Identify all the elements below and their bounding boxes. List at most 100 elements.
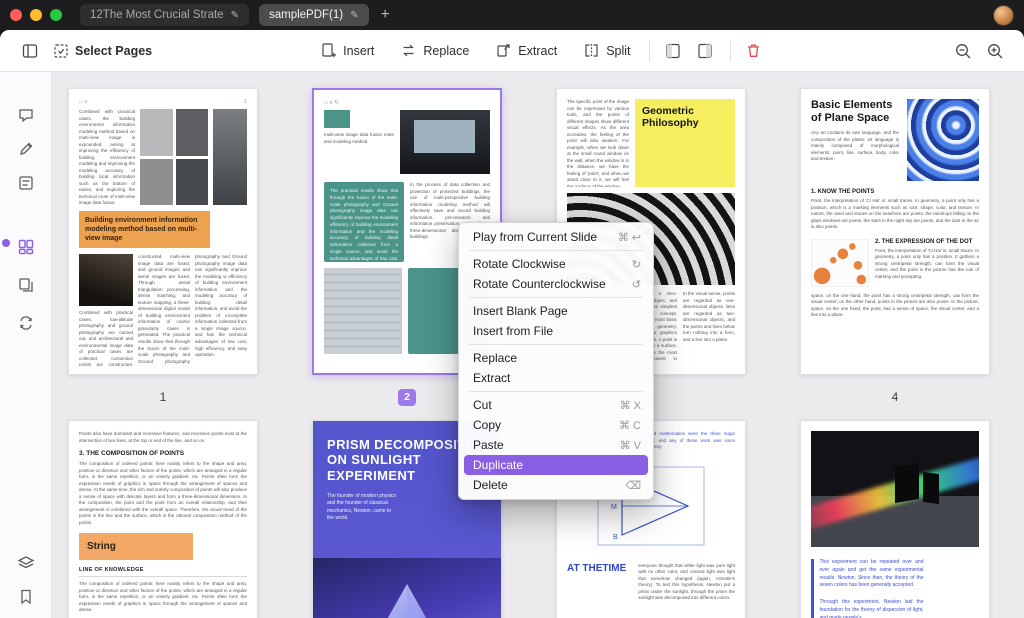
menu-item-label: Copy xyxy=(473,418,502,432)
menu-item-insert-blank-page[interactable]: Insert Blank Page xyxy=(459,301,653,321)
page-number: 4 xyxy=(891,390,899,404)
page-number-badge-selected: 2 xyxy=(398,388,416,406)
yellow-title-block: Geometric Philosophy xyxy=(635,99,735,187)
insert-label: Insert xyxy=(343,43,375,58)
select-pages-button[interactable]: Select Pages xyxy=(53,43,152,59)
tab-document-1[interactable]: 12The Most Crucial Strate ✎ xyxy=(80,4,249,26)
photo-placeholder xyxy=(175,109,208,156)
rotate-clockwise-icon: ↻ xyxy=(631,258,641,271)
sidebar-item-organize-pages[interactable] xyxy=(13,234,39,260)
section-heading: 3. THE COMPOSITION OF POINTS xyxy=(79,450,185,458)
menu-item-insert-from-file[interactable]: Insert from File xyxy=(459,321,653,341)
photo-placeholder xyxy=(175,158,208,205)
left-sidebar xyxy=(0,72,52,618)
sidebar-item-edit[interactable] xyxy=(13,136,39,162)
convert-icon xyxy=(19,316,32,330)
zoom-in-button[interactable] xyxy=(986,42,1004,60)
diagram-label-b: B xyxy=(613,534,618,541)
sidebar-item-annotation[interactable] xyxy=(13,102,39,128)
traffic-lights xyxy=(10,9,62,21)
sidebar-item-form[interactable] xyxy=(13,170,39,196)
page-thumbnail-1[interactable]: □ ∨ 1 Combined with practical cases, the… xyxy=(68,88,258,375)
bookmark-icon xyxy=(20,589,31,605)
split-button[interactable]: Split xyxy=(583,42,631,59)
minimize-button[interactable] xyxy=(30,9,42,21)
menu-item-play-from-current-slide[interactable]: Play from Current Slide ⌘ ↩ xyxy=(459,227,653,247)
sidebar-item-convert[interactable] xyxy=(13,310,39,336)
menu-item-rotate-clockwise[interactable]: Rotate Clockwise ↻ xyxy=(459,254,653,274)
menu-item-delete[interactable]: Delete ⌫ xyxy=(459,475,653,495)
avatar[interactable] xyxy=(993,4,1014,26)
prism-shape xyxy=(923,471,939,505)
menu-item-shortcut: ⌫ xyxy=(625,479,641,492)
replace-label: Replace xyxy=(423,43,470,58)
close-button[interactable] xyxy=(10,9,22,21)
photo-placeholder xyxy=(324,268,402,354)
menu-item-label: Cut xyxy=(473,398,492,412)
extract-button[interactable]: Extract xyxy=(495,42,557,59)
menu-item-label: Delete xyxy=(473,478,508,492)
trash-icon xyxy=(747,44,759,57)
page-layout-right-button[interactable] xyxy=(696,42,714,60)
page-text: The composition of ordered points: here … xyxy=(79,581,247,613)
page-title: PRISM DECOMPOSITI ON SUNLIGHT EXPERIMENT xyxy=(327,437,470,483)
menu-item-duplicate-highlighted[interactable]: Duplicate xyxy=(464,455,648,475)
menu-item-copy[interactable]: Copy ⌘ C xyxy=(459,415,653,435)
zoom-out-button[interactable] xyxy=(954,42,972,60)
tab-label: samplePDF(1) xyxy=(268,9,344,21)
form-icon xyxy=(18,176,33,190)
select-pages-label: Select Pages xyxy=(75,43,153,58)
menu-item-shortcut: ⌘ X xyxy=(619,399,641,412)
menu-item-paste[interactable]: Paste ⌘ V xyxy=(459,435,653,455)
menu-separator xyxy=(469,297,643,298)
insert-button[interactable]: Insert xyxy=(320,42,374,59)
menu-item-extract[interactable]: Extract xyxy=(459,368,653,388)
menu-item-cut[interactable]: Cut ⌘ X xyxy=(459,395,653,415)
page-thumbnail-8[interactable]: This experiment can be repeated over and… xyxy=(800,420,990,618)
slide-header-marks: □ ∨ ↻ xyxy=(324,100,340,106)
menu-item-label: Extract xyxy=(473,371,511,385)
photo-placeholder xyxy=(79,254,133,307)
extract-icon xyxy=(497,44,510,57)
replace-icon xyxy=(403,44,415,57)
page-number: 1 xyxy=(159,390,167,404)
page-cell-8: This experiment can be repeated over and… xyxy=(800,420,990,618)
menu-item-rotate-counterclockwise[interactable]: Rotate Counterclockwise ↺ xyxy=(459,274,653,294)
extract-label: Extract xyxy=(518,43,558,58)
replace-button[interactable]: Replace xyxy=(400,42,469,59)
menu-item-label: Insert from File xyxy=(473,324,554,338)
page-thumbnail-5[interactable]: Points also have dominant and recessive … xyxy=(68,420,258,618)
slide-corner-number: 1 xyxy=(243,99,247,105)
organize-pages-icon xyxy=(18,239,33,255)
page-text: The practical results show that through … xyxy=(330,188,398,261)
page-layout-left-button[interactable] xyxy=(664,42,682,60)
toolbar-divider xyxy=(648,39,650,62)
layers-icon xyxy=(17,556,34,569)
split-icon xyxy=(585,44,598,57)
section-heading: 1. KNOW THE POINTS xyxy=(811,189,875,195)
delete-page-button[interactable] xyxy=(745,42,762,59)
orange-dots-image xyxy=(811,238,869,287)
page-cell-1: □ ∨ 1 Combined with practical cases, the… xyxy=(68,88,258,407)
sidebar-item-combine[interactable] xyxy=(13,272,39,298)
context-menu: Play from Current Slide ⌘ ↩ Rotate Clock… xyxy=(458,222,654,500)
photo-placeholder xyxy=(400,110,490,174)
photo-placeholder xyxy=(140,109,173,156)
page-text: constructed, multi-view image data are f… xyxy=(138,254,190,366)
page-text: Any art contains its own language, and t… xyxy=(811,130,899,162)
page-text: This experiment can be repeated over and… xyxy=(819,559,924,589)
section-heading: LINE OF KNOWLEDGE xyxy=(79,567,144,574)
insert-icon xyxy=(322,43,337,58)
page-thumbnail-4[interactable]: Basic Elements of Plane Space Any art co… xyxy=(800,88,990,375)
new-tab-button[interactable]: + xyxy=(381,7,390,23)
sidebar-item-bookmark[interactable] xyxy=(13,584,39,610)
tab-document-2[interactable]: samplePDF(1) ✎ xyxy=(258,4,369,26)
sidebar-toggle-button[interactable] xyxy=(21,42,39,60)
fullscreen-button[interactable] xyxy=(50,9,62,21)
sidebar-item-layers[interactable] xyxy=(13,550,39,576)
page-text: The founder of modern physics and the fo… xyxy=(327,492,396,522)
menu-item-replace[interactable]: Replace xyxy=(459,348,653,368)
menu-item-shortcut: ⌘ ↩ xyxy=(617,231,641,244)
menu-item-label: Rotate Clockwise xyxy=(473,257,566,271)
page-text: In the visual sense, points are regarded… xyxy=(683,291,735,342)
